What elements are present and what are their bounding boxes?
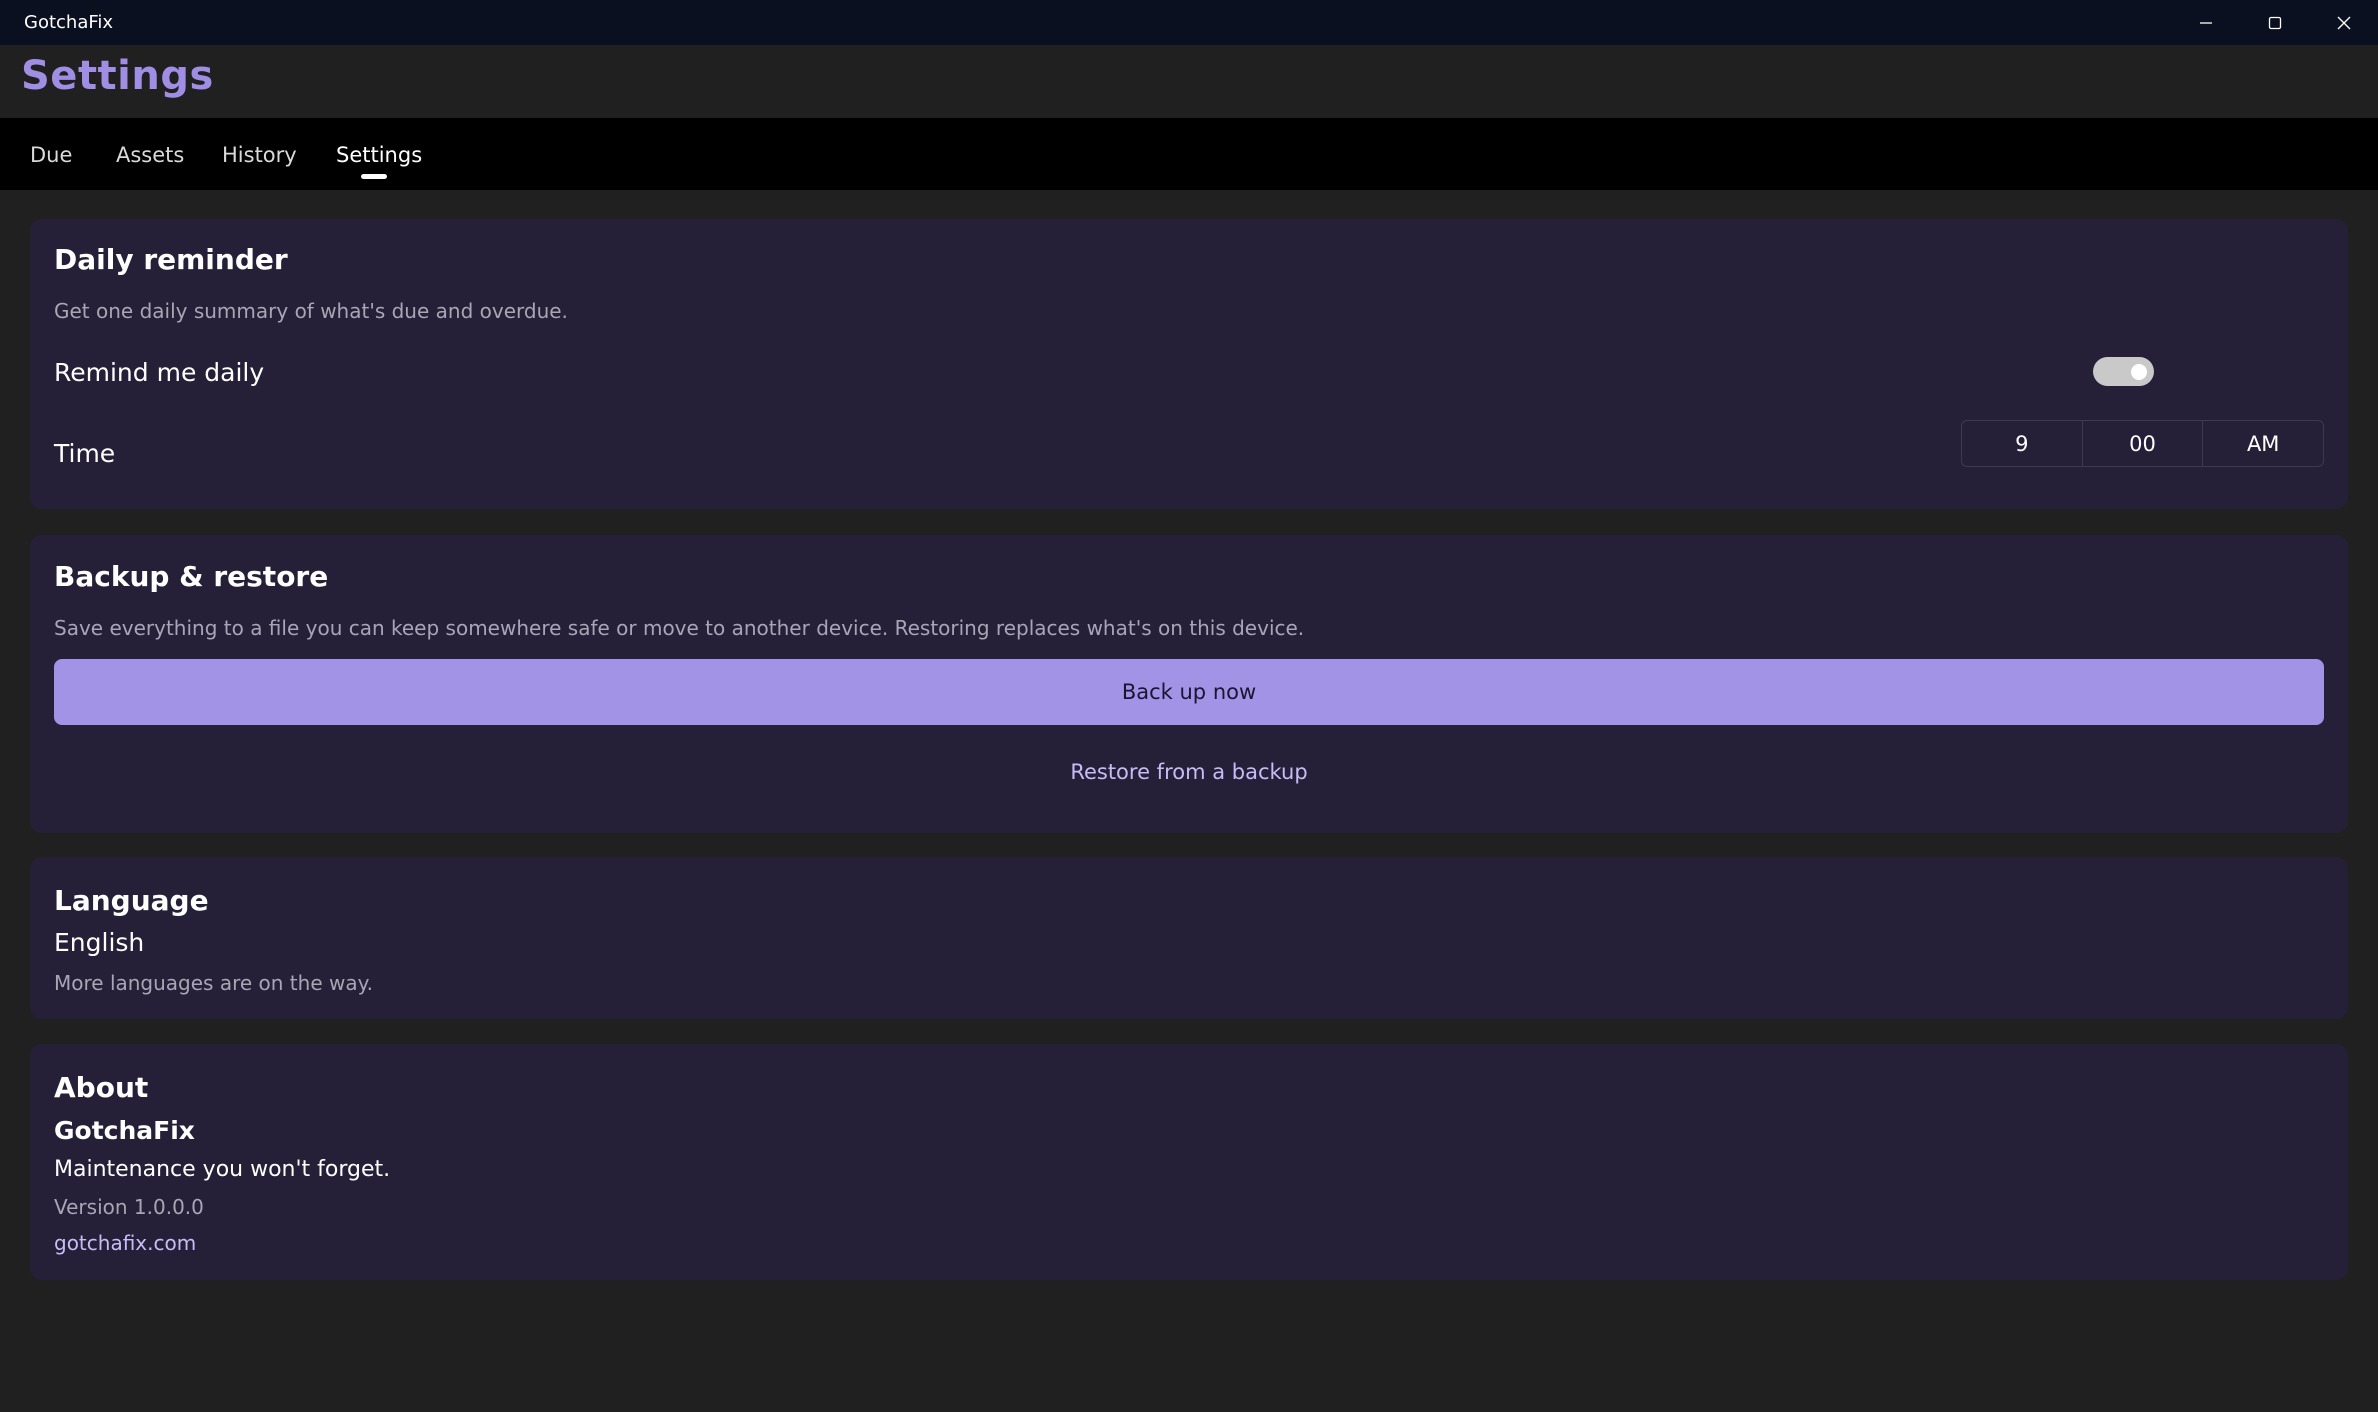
language-note: More languages are on the way. bbox=[54, 971, 373, 995]
close-icon bbox=[2337, 16, 2350, 29]
backup-restore-card: Backup & restore Save everything to a fi… bbox=[30, 535, 2348, 833]
remind-daily-label: Remind me daily bbox=[54, 358, 265, 387]
minimize-icon bbox=[2199, 21, 2212, 24]
toggle-knob bbox=[2131, 364, 2147, 380]
website-link[interactable]: gotchafix.com bbox=[54, 1231, 196, 1255]
language-card: Language English More languages are on t… bbox=[30, 857, 2348, 1019]
daily-reminder-title: Daily reminder bbox=[54, 243, 288, 276]
window-controls bbox=[2171, 0, 2378, 45]
nav-bar: Due Assets History Settings bbox=[0, 118, 2378, 190]
about-app-name: GotchaFix bbox=[54, 1116, 195, 1145]
time-picker[interactable]: 9 00 AM bbox=[1961, 420, 2324, 467]
about-card: About GotchaFix Maintenance you won't fo… bbox=[30, 1044, 2348, 1280]
about-version: Version 1.0.0.0 bbox=[54, 1195, 204, 1219]
minimize-button[interactable] bbox=[2171, 0, 2240, 45]
time-period[interactable]: AM bbox=[2203, 421, 2323, 466]
daily-reminder-description: Get one daily summary of what's due and … bbox=[54, 299, 568, 323]
about-title: About bbox=[54, 1071, 149, 1104]
maximize-button[interactable] bbox=[2240, 0, 2309, 45]
window-app-name: GotchaFix bbox=[24, 12, 114, 33]
backup-restore-title: Backup & restore bbox=[54, 560, 329, 593]
tab-due[interactable]: Due bbox=[30, 143, 72, 183]
page-title: Settings bbox=[21, 53, 214, 99]
current-language: English bbox=[54, 928, 145, 957]
language-title: Language bbox=[54, 884, 209, 917]
title-bar: GotchaFix bbox=[0, 0, 2378, 45]
tab-history[interactable]: History bbox=[222, 143, 297, 183]
backup-restore-description: Save everything to a file you can keep s… bbox=[54, 616, 1305, 640]
time-label: Time bbox=[54, 439, 116, 468]
restore-from-backup-button[interactable]: Restore from a backup bbox=[30, 760, 2348, 784]
tab-assets[interactable]: Assets bbox=[116, 143, 184, 183]
active-tab-indicator bbox=[361, 174, 387, 179]
close-button[interactable] bbox=[2309, 0, 2378, 45]
page-header: Settings bbox=[0, 45, 2378, 118]
about-tagline: Maintenance you won't forget. bbox=[54, 1157, 391, 1182]
maximize-icon bbox=[2268, 16, 2281, 29]
daily-reminder-card: Daily reminder Get one daily summary of … bbox=[30, 219, 2348, 509]
time-hour[interactable]: 9 bbox=[1962, 421, 2083, 466]
remind-daily-toggle[interactable] bbox=[2093, 357, 2154, 386]
back-up-now-button[interactable]: Back up now bbox=[54, 659, 2324, 725]
time-minute[interactable]: 00 bbox=[2083, 421, 2204, 466]
